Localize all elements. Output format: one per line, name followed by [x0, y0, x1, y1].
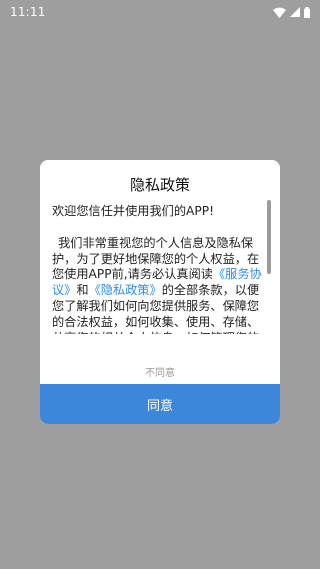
status-bar: 11:11 [0, 0, 320, 24]
status-icons [273, 6, 310, 18]
greeting-text: 欢迎您信任并使用我们的APP! [52, 204, 214, 218]
dialog-title: 隐私政策 [129, 176, 190, 194]
agree-button[interactable]: 同意 [40, 384, 280, 424]
battery-icon [304, 6, 310, 18]
policy-body: 我们非常重视您的个人信息及隐私保护，为了更好地保障您的个人权益，在您使用APP前… [52, 236, 266, 334]
privacy-dialog: 隐私政策 欢迎您信任并使用我们的APP! 我们非常重视您的个人信息及隐私保护，为… [40, 160, 280, 424]
content-scrollbar[interactable] [267, 200, 271, 274]
policy-body-part2: 和 [76, 283, 89, 298]
wifi-icon [273, 7, 286, 18]
dialog-content[interactable]: 欢迎您信任并使用我们的APP! 我们非常重视您的个人信息及隐私保护，为了更好地保… [52, 204, 266, 334]
privacy-policy-link[interactable]: 《隐私政策》 [89, 283, 162, 297]
signal-icon [290, 7, 300, 17]
status-time: 11:11 [10, 5, 46, 19]
disagree-button[interactable]: 不同意 [40, 358, 280, 384]
